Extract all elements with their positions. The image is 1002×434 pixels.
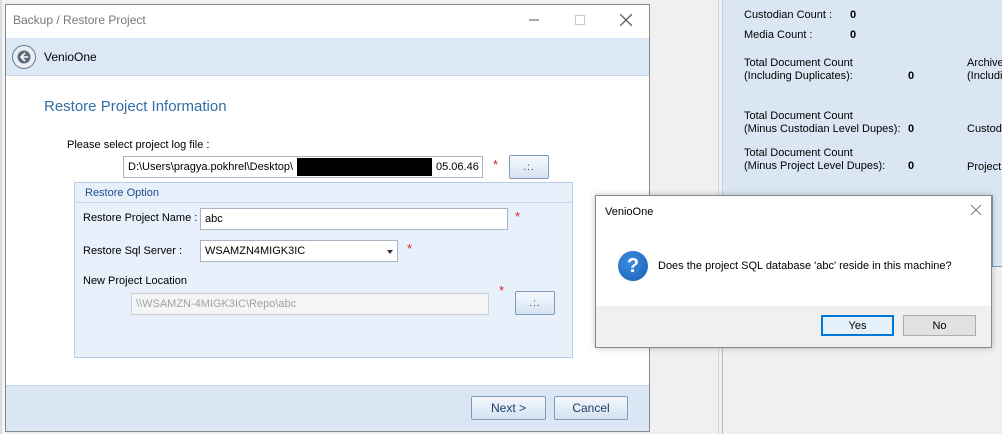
message-box-footer: Yes No — [596, 306, 991, 347]
browse-log-file-button[interactable]: .:. — [509, 155, 549, 179]
required-mark: * — [499, 283, 505, 298]
backup-restore-dialog: Backup / Restore Project VenioOne Restor… — [5, 4, 650, 432]
total-minus-custodian-label-line1: Total Document Count — [744, 110, 853, 122]
total-incl-dup-label-line1: Total Document Count — [744, 57, 853, 69]
dialog-titlebar: Backup / Restore Project — [6, 5, 649, 35]
next-button[interactable]: Next > — [471, 396, 546, 420]
total-minus-custodian-value: 0 — [908, 123, 915, 135]
custodian-label-truncated: Custodi — [967, 123, 1002, 135]
minimize-icon — [529, 19, 539, 21]
browse-location-button[interactable]: .:. — [515, 291, 555, 315]
group-title: Restore Option — [85, 187, 159, 199]
app-name: VenioOne — [44, 50, 97, 64]
project-name-label: Restore Project Name : — [83, 212, 198, 224]
log-file-value-prefix: D:\Users\pragya.pokhrel\Desktop\ — [128, 161, 294, 173]
total-minus-custodian-label-line2: (Minus Custodian Level Dupes): — [744, 123, 901, 135]
maximize-icon — [575, 15, 585, 25]
media-count-value: 0 — [850, 29, 857, 41]
custodian-count-label: Custodian Count : — [744, 9, 833, 21]
section-title: Restore Project Information — [44, 98, 227, 115]
no-button[interactable]: No — [903, 315, 976, 336]
browse-label: .:. — [523, 161, 535, 173]
restore-option-group: Restore Option Restore Project Name : ab… — [74, 182, 573, 358]
cancel-label: Cancel — [572, 401, 610, 415]
required-mark: * — [493, 157, 499, 172]
media-count-label: Media Count : — [744, 29, 813, 41]
question-icon: ? — [618, 251, 648, 281]
close-icon — [620, 14, 632, 26]
dialog-title: Backup / Restore Project — [13, 13, 146, 27]
chevron-down-icon — [387, 250, 393, 254]
next-label: Next > — [490, 401, 526, 415]
background-panel-edge — [992, 195, 1002, 267]
log-file-label: Please select project log file : — [67, 139, 210, 151]
no-label: No — [932, 319, 947, 332]
browse-label: .:. — [529, 297, 541, 309]
custodian-count-value: 0 — [850, 9, 857, 21]
message-box-close-button[interactable] — [968, 202, 984, 218]
required-mark: * — [515, 209, 521, 224]
archive-label-line2: (Includi — [967, 70, 1002, 82]
location-input[interactable]: \\WSAMZN-4MIGK3IC\Repo\abc — [131, 293, 489, 315]
location-label: New Project Location — [83, 275, 187, 287]
total-minus-project-label-line1: Total Document Count — [744, 147, 853, 159]
back-button[interactable] — [12, 45, 36, 69]
yes-label: Yes — [848, 319, 867, 332]
total-incl-dup-value: 0 — [908, 70, 915, 82]
arrow-left-icon — [17, 50, 31, 64]
sql-server-select[interactable]: WSAMZN4MIGK3IC — [200, 240, 398, 262]
location-value: \\WSAMZN-4MIGK3IC\Repo\abc — [136, 298, 297, 310]
total-minus-project-value: 0 — [908, 160, 915, 172]
project-statistics-panel: Custodian Count : 0 Media Count : 0 Tota… — [722, 0, 1002, 195]
minimize-button[interactable] — [511, 5, 557, 35]
sql-server-label: Restore Sql Server : — [83, 245, 183, 257]
cancel-button[interactable]: Cancel — [554, 396, 628, 420]
project-label-truncated: Project — [967, 161, 1002, 173]
yes-button[interactable]: Yes — [821, 315, 894, 336]
dialog-footer: Next > Cancel — [6, 385, 649, 431]
confirmation-message-box: VenioOne ? Does the project SQL database… — [595, 195, 992, 348]
dialog-header: VenioOne — [6, 38, 649, 76]
message-box-title: VenioOne — [605, 206, 654, 218]
required-mark: * — [407, 241, 413, 256]
total-minus-project-label-line2: (Minus Project Level Dupes): — [744, 160, 886, 172]
sql-server-value: WSAMZN4MIGK3IC — [205, 245, 306, 257]
project-name-value: abc — [205, 213, 223, 225]
group-divider — [75, 202, 572, 203]
log-file-value-suffix: 05.06.46 — [436, 161, 479, 173]
project-name-input[interactable]: abc — [200, 208, 508, 230]
archive-label-line1: Archive — [967, 57, 1002, 69]
maximize-button[interactable] — [557, 5, 603, 35]
close-button[interactable] — [603, 5, 649, 35]
redacted-region — [297, 158, 432, 176]
message-text: Does the project SQL database 'abc' resi… — [658, 260, 952, 272]
total-incl-dup-label-line2: (Including Duplicates): — [744, 70, 853, 82]
close-icon — [970, 204, 982, 216]
